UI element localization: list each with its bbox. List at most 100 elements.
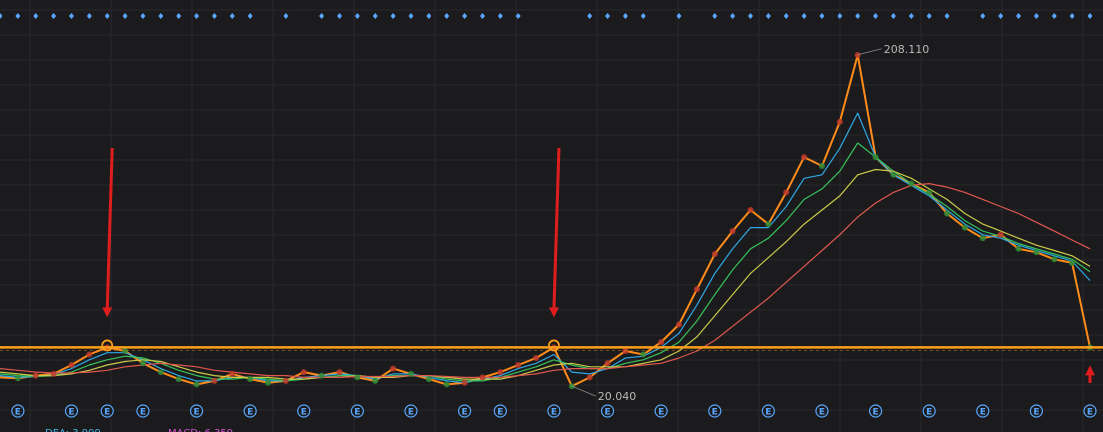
price-mark xyxy=(693,286,700,293)
price-mark xyxy=(765,221,772,228)
price-mark xyxy=(658,339,665,346)
signal-dot xyxy=(0,13,3,19)
chart-grid xyxy=(0,0,1103,432)
earnings-icon-label: E xyxy=(462,408,468,418)
signal-dot xyxy=(890,13,896,19)
price-mark xyxy=(229,370,236,377)
signal-dot xyxy=(390,13,396,19)
indicator-label: DEA: 3.999 xyxy=(45,428,101,432)
price-mark xyxy=(1033,249,1040,256)
annotation-leader xyxy=(857,48,882,56)
earnings-icon-label: E xyxy=(819,408,825,418)
earnings-icon-label: E xyxy=(408,408,414,418)
price-mark xyxy=(747,207,754,213)
signal-dot xyxy=(944,13,950,19)
price-mark xyxy=(86,351,93,358)
earnings-icon-label: E xyxy=(765,408,771,418)
earnings-icon-label: E xyxy=(926,408,932,418)
price-mark xyxy=(282,377,289,384)
series-line xyxy=(0,54,1091,388)
signal-dot xyxy=(140,13,146,19)
earnings-icon-label: E xyxy=(193,408,199,418)
signal-dot xyxy=(1087,13,1093,19)
price-mark xyxy=(586,374,593,381)
price-mark xyxy=(461,379,468,386)
signal-dot xyxy=(158,13,164,19)
earnings-icon-label: E xyxy=(980,408,986,418)
signal-dot xyxy=(908,13,914,19)
price-mark xyxy=(14,375,21,382)
signal-dot xyxy=(712,13,718,19)
price-mark xyxy=(336,369,343,376)
earnings-icon-label: E xyxy=(354,408,360,418)
price-mark xyxy=(819,163,825,169)
signal-dot xyxy=(122,13,128,19)
annotation-label: 208.110 xyxy=(884,43,930,56)
price-mark xyxy=(390,365,397,372)
signal-dot xyxy=(283,13,289,19)
price-mark xyxy=(729,228,736,235)
price-mark xyxy=(425,376,432,383)
signal-dot xyxy=(819,13,825,19)
signal-dot xyxy=(479,13,485,19)
price-mark xyxy=(676,321,682,328)
signal-dot xyxy=(730,13,736,19)
price-mark xyxy=(961,224,968,231)
signal-dot xyxy=(462,13,468,19)
price-mark xyxy=(372,377,379,384)
signal-dot xyxy=(337,13,343,19)
price-mark xyxy=(300,369,307,376)
signal-dot xyxy=(640,13,646,19)
price-mark xyxy=(354,374,361,381)
price-mark xyxy=(979,235,986,242)
signal-dot xyxy=(176,13,182,19)
price-mark xyxy=(175,376,182,383)
signal-dot xyxy=(587,13,593,19)
signal-dot xyxy=(1033,13,1039,19)
price-mark xyxy=(711,251,718,257)
signal-dot xyxy=(354,13,360,19)
price-mark xyxy=(801,154,808,161)
signal-dot xyxy=(497,13,503,19)
signal-dot xyxy=(51,13,57,19)
signal-dot xyxy=(926,13,932,19)
signal-dot xyxy=(372,13,378,19)
signal-dot xyxy=(747,13,753,19)
red-arrow-head xyxy=(548,307,559,318)
signal-dot xyxy=(444,13,450,19)
price-mark xyxy=(836,118,843,125)
series-line xyxy=(0,112,1091,384)
price-mark xyxy=(157,369,164,376)
price-mark xyxy=(640,351,647,358)
signal-dot xyxy=(1051,13,1057,19)
signal-dot xyxy=(676,13,682,19)
price-mark xyxy=(32,372,39,379)
series-line xyxy=(0,142,1091,382)
signal-dot xyxy=(801,13,807,19)
signal-dot xyxy=(33,13,39,19)
earnings-icon-label: E xyxy=(872,408,878,418)
price-mark xyxy=(265,379,271,386)
price-mark xyxy=(926,189,933,196)
signal-dot xyxy=(837,13,843,19)
price-mark xyxy=(211,377,218,384)
price-mark xyxy=(515,362,522,368)
signal-dot xyxy=(1016,13,1022,19)
price-mark xyxy=(944,210,950,217)
price-mark xyxy=(247,376,254,383)
price-mark xyxy=(854,52,861,58)
price-mark xyxy=(622,348,629,354)
signal-dot xyxy=(855,13,861,19)
series-lines xyxy=(0,52,1093,390)
signal-dot xyxy=(426,13,432,19)
earnings-icon-label: E xyxy=(247,408,253,418)
earnings-icon-label: E xyxy=(658,408,664,418)
price-mark xyxy=(890,171,897,178)
earnings-icon-label: E xyxy=(301,408,307,418)
signal-dot xyxy=(319,13,325,19)
signal-dot xyxy=(68,13,74,19)
annotation-label: 20.040 xyxy=(598,390,637,403)
annotation-leader xyxy=(571,385,596,397)
signal-dot xyxy=(765,13,771,19)
earnings-icon-label: E xyxy=(712,408,718,418)
